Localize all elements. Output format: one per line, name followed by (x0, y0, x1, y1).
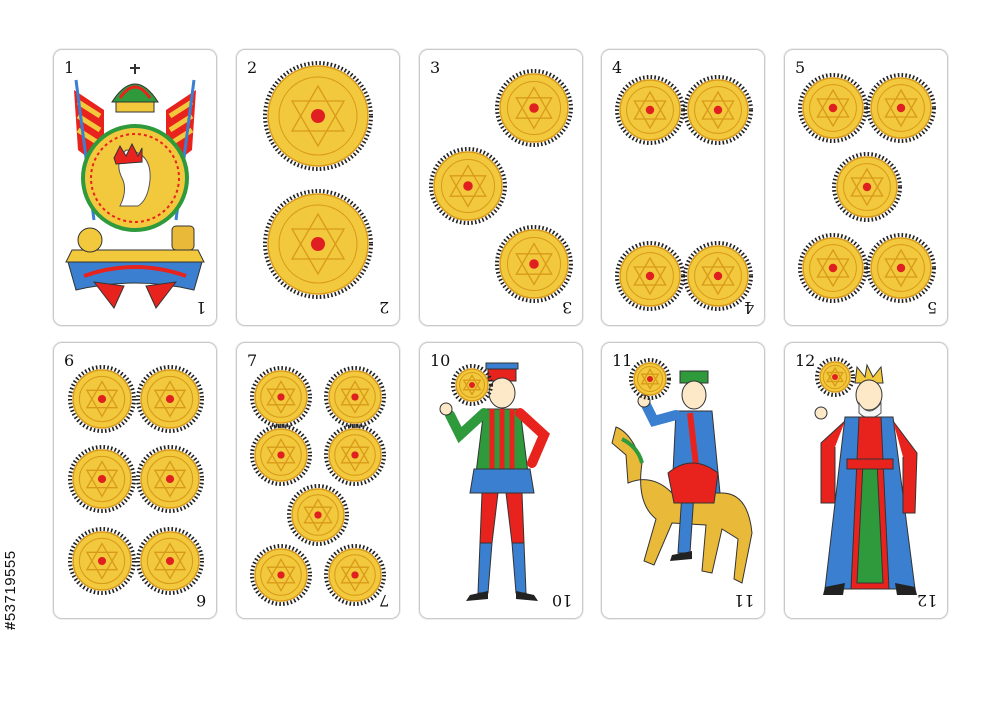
coin-icon (68, 365, 136, 433)
coin-icon (263, 61, 373, 171)
coin-icon (263, 189, 373, 299)
stock-id-prefix: # (2, 621, 19, 630)
ace-of-coins-emblem (65, 64, 205, 309)
page-figure (439, 362, 550, 601)
coin-icon (250, 424, 312, 486)
coin-icon (250, 544, 312, 606)
coin-icon (68, 445, 136, 513)
coin-icon (866, 233, 936, 303)
knight-figure (611, 358, 753, 584)
coin-layout (615, 75, 753, 311)
coin-icon (429, 147, 507, 225)
coin-icon (615, 241, 685, 311)
coin-icon (615, 75, 685, 145)
coin-icon (866, 73, 936, 143)
coin-icon (136, 445, 204, 513)
coin-icon (815, 357, 855, 397)
card-12: 12 12 (784, 342, 948, 619)
coin-layout (798, 73, 936, 303)
coin-icon (324, 544, 386, 606)
card-2: 2 2 (236, 49, 400, 326)
card-3: 3 3 (419, 49, 583, 326)
stock-id-number: 53719555 (2, 550, 19, 622)
card-5: 5 5 (784, 49, 948, 326)
coin-layout (263, 61, 373, 299)
card-6: 6 6 (53, 342, 217, 619)
coin-icon (683, 241, 753, 311)
coin-icon (136, 365, 204, 433)
coin-icon (495, 225, 573, 303)
coin-icon (287, 484, 349, 546)
card-1: 1 1 (53, 49, 217, 326)
stock-id-label: #53719555 (2, 550, 19, 630)
coin-icon (250, 366, 312, 428)
coin-icon (629, 358, 671, 400)
coin-layout (250, 366, 386, 606)
coin-layout (68, 365, 204, 595)
card-11: 11 11 (601, 342, 765, 619)
king-figure (814, 357, 918, 595)
coin-icon (324, 424, 386, 486)
coin-layout (429, 69, 573, 303)
coin-icon (832, 152, 902, 222)
card-7: 7 7 (236, 342, 400, 619)
card-4: 4 4 (601, 49, 765, 326)
coin-icon (495, 69, 573, 147)
card-10: 10 10 (419, 342, 583, 619)
coin-icon (798, 73, 868, 143)
coin-icon (451, 364, 493, 406)
coin-icon (683, 75, 753, 145)
coin-icon (324, 366, 386, 428)
coin-icon (68, 527, 136, 595)
coin-icon (136, 527, 204, 595)
coin-icon (798, 233, 868, 303)
